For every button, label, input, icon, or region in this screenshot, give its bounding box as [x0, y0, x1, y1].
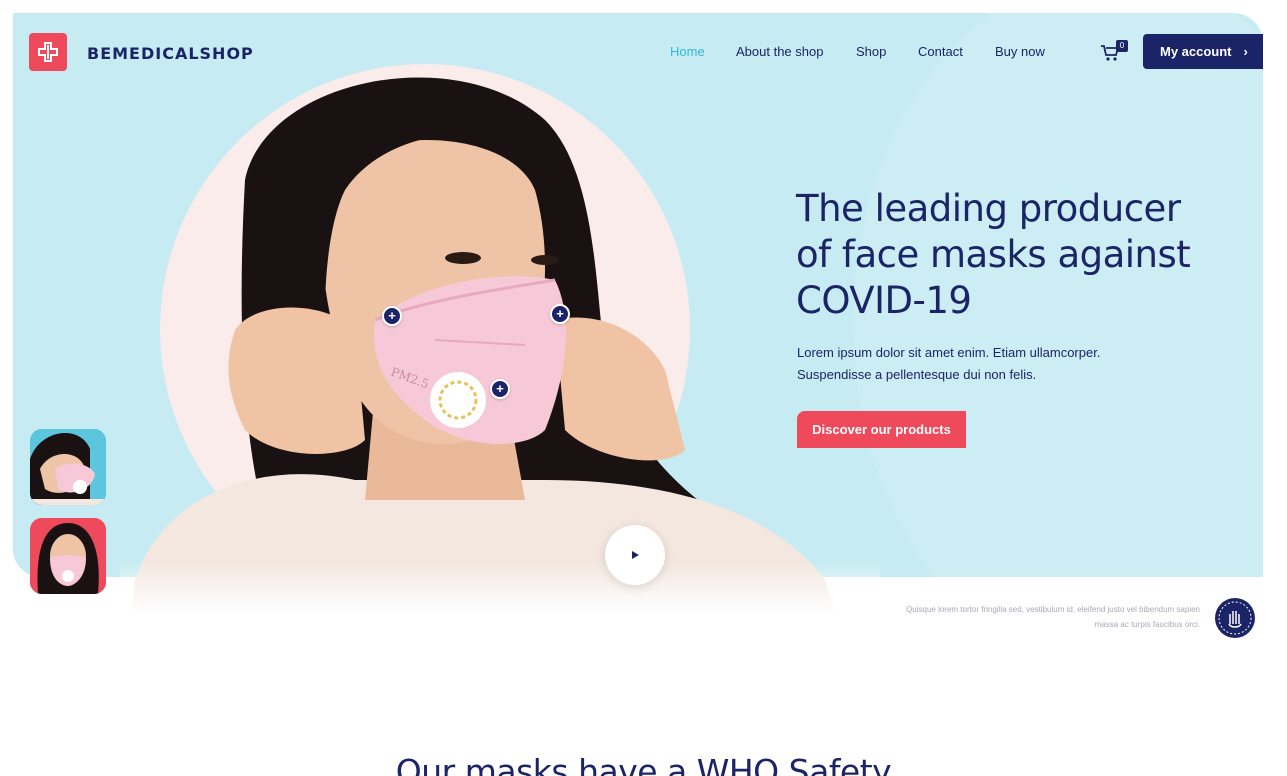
certification-seal	[1215, 598, 1255, 638]
landing-page: BEMEDICALSHOP Home About the shop Shop C…	[0, 0, 1287, 776]
thumbnail-image	[30, 429, 106, 505]
thumbnail-image	[30, 518, 106, 594]
hotspot-mask-valve[interactable]: +	[490, 379, 510, 399]
discover-products-button[interactable]: Discover our products	[797, 411, 966, 448]
hero-fade	[120, 560, 880, 650]
my-account-label: My account	[1160, 44, 1232, 59]
medical-cross-icon	[38, 42, 58, 62]
section-title: Our masks have a WHO Safety	[395, 752, 892, 776]
hero-subtitle: Lorem ipsum dolor sit amet enim. Etiam u…	[797, 345, 1101, 382]
nav-home[interactable]: Home	[670, 44, 705, 59]
thumbnail-2[interactable]	[30, 518, 106, 594]
seal-icon	[1218, 601, 1252, 635]
logo-mark[interactable]	[29, 33, 67, 71]
chevron-right-icon: ›	[1243, 44, 1248, 59]
play-video-button[interactable]	[605, 525, 665, 585]
nav-contact[interactable]: Contact	[918, 44, 963, 59]
hotspot-mask-left[interactable]: +	[382, 306, 402, 326]
my-account-button[interactable]: My account ›	[1143, 34, 1263, 69]
hero-title: The leading producer of face masks again…	[796, 187, 1191, 322]
nav-shop[interactable]: Shop	[856, 44, 886, 59]
play-icon	[632, 551, 639, 559]
nav-buy-now[interactable]: Buy now	[995, 44, 1045, 59]
nav-about[interactable]: About the shop	[736, 44, 823, 59]
thumbnail-1[interactable]	[30, 429, 106, 505]
cart-count-badge: 0	[1116, 40, 1128, 52]
hotspot-mask-right[interactable]: +	[550, 304, 570, 324]
hero-note: Quisque lorem tortor fringilla sed, vest…	[906, 605, 1200, 629]
cart-button[interactable]: 0	[1100, 40, 1128, 62]
